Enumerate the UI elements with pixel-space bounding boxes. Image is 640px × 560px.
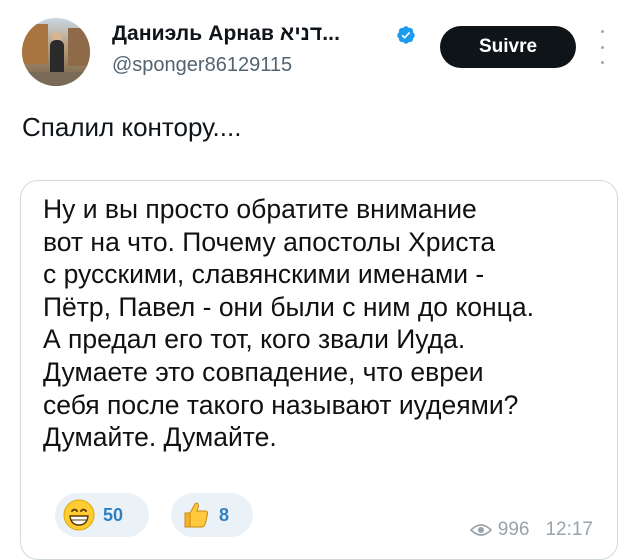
message-time: 12:17 [545,519,593,540]
message-line: Думаете это совпадение, что евреи [43,356,484,387]
reaction-count: 50 [103,504,124,525]
message-meta: 996 12:17 [469,519,593,541]
avatar-ground [22,72,90,86]
message-line: Ну и вы просто обратите внимание [43,194,477,224]
tweet-media-image[interactable]: Ну и вы просто обратите внимание вот на … [20,180,618,560]
message-line: вот на что. Почему апостолы Христа [43,226,496,257]
message-line: Пётр, Павел - они были с ним до конца. [43,291,534,322]
message-line: себя после такого называют иудеями? [43,389,519,420]
reaction-count: 8 [219,504,230,525]
tweet-text: Спалил контору.... [22,112,242,142]
author-avatar[interactable] [22,18,90,86]
author-display-name[interactable]: Даниэль Арнав דניא... [112,22,340,46]
avatar-building-left [22,24,48,64]
more-vertical-icon[interactable] [592,30,612,64]
grinning-face-icon [63,499,95,531]
view-count: 996 [497,519,530,540]
verified-badge-icon [397,26,415,44]
author-handle[interactable]: @sponger86129115 [112,54,292,77]
dot [600,61,604,64]
dot [600,45,604,49]
message-line: с русскими, славянскими именами - [43,259,485,290]
message-text: Ну и вы просто обратите внимание вот на … [43,193,603,454]
avatar-building-right [68,28,90,66]
follow-button[interactable]: Suivre [440,26,576,68]
message-line: А предал его тот, кого звали Иуда. [43,324,466,355]
dot [600,30,604,33]
reaction-grinning[interactable]: 50 [55,493,149,537]
message-line: Думайте. Думайте. [43,422,277,453]
reaction-thumbs-up[interactable]: 8 [171,493,253,537]
thumbs-up-icon [184,502,209,528]
eye-icon [469,524,492,536]
